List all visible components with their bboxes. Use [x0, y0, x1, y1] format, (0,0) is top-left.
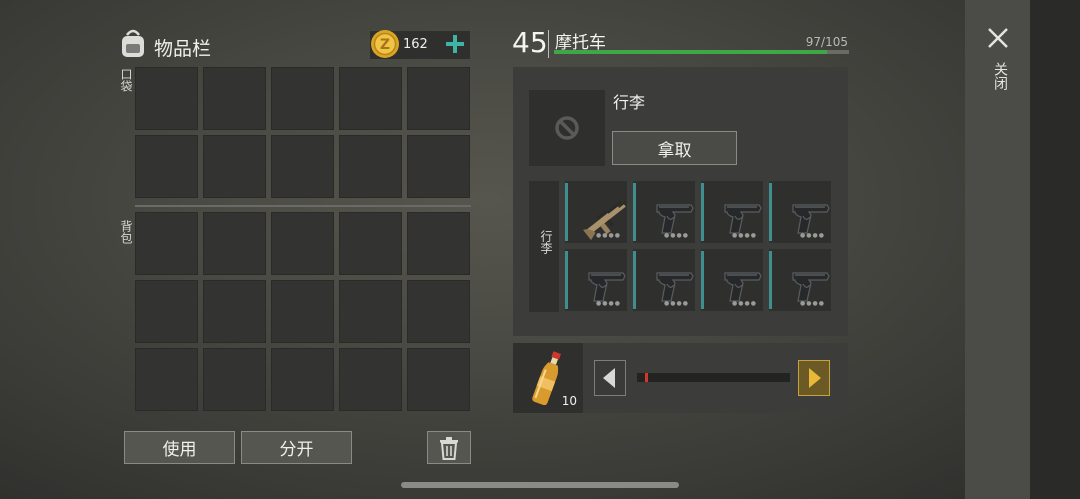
- fuel-item-slot[interactable]: 10: [513, 343, 583, 413]
- close-icon: [988, 28, 1008, 48]
- arrow-right-icon: [798, 360, 830, 396]
- trunk-slot[interactable]: ●●●●: [769, 181, 831, 243]
- capacity-bar-fill: [554, 50, 827, 54]
- trash-button[interactable]: [427, 431, 471, 464]
- backpack-slot[interactable]: [407, 348, 470, 411]
- trunk-slot[interactable]: ●●●●: [565, 181, 627, 243]
- pocket-slot[interactable]: [203, 135, 266, 198]
- slot-accent-bar: [633, 183, 636, 241]
- close-strip-shadow: [1030, 0, 1080, 499]
- split-button[interactable]: 分开: [241, 431, 352, 464]
- backpack-slot[interactable]: [339, 280, 402, 343]
- slot-accent-bar: [565, 183, 568, 241]
- backpack-slot[interactable]: [339, 348, 402, 411]
- blocked-icon: [555, 116, 579, 140]
- arrow-left-icon: [594, 360, 626, 396]
- inventory-title: 物品栏: [154, 38, 212, 60]
- slot-accent-bar: [565, 251, 568, 309]
- durability-dots: ●●●●: [732, 232, 757, 239]
- pocket-slot[interactable]: [271, 67, 334, 130]
- trunk-slot[interactable]: ●●●●: [633, 181, 695, 243]
- durability-dots: ●●●●: [800, 300, 825, 307]
- slider-right-button[interactable]: [798, 360, 830, 396]
- pocket-slot[interactable]: [135, 67, 198, 130]
- coin-count: 162: [403, 37, 428, 52]
- backpack-slot[interactable]: [407, 212, 470, 275]
- pocket-slot[interactable]: [407, 135, 470, 198]
- backpack-slot[interactable]: [135, 280, 198, 343]
- slider-left-button[interactable]: [594, 360, 626, 396]
- pocket-slot[interactable]: [203, 67, 266, 130]
- trash-icon: [440, 436, 458, 460]
- backpack-slot[interactable]: [271, 348, 334, 411]
- capacity-bar-track: [554, 50, 849, 54]
- backpack-slot[interactable]: [271, 212, 334, 275]
- home-indicator[interactable]: [401, 482, 679, 488]
- luggage-slot: [529, 90, 605, 166]
- capacity-text: 97/105: [805, 35, 848, 49]
- backpack-slot[interactable]: [271, 280, 334, 343]
- trunk-slot[interactable]: ●●●●: [633, 249, 695, 311]
- pocket-slot[interactable]: [407, 67, 470, 130]
- use-button[interactable]: 使用: [124, 431, 235, 464]
- trunk-slot[interactable]: ●●●●: [701, 181, 763, 243]
- backpack-slot[interactable]: [203, 280, 266, 343]
- backpack-slot[interactable]: [203, 348, 266, 411]
- close-label: 关闭: [992, 62, 1008, 90]
- slot-accent-bar: [701, 183, 704, 241]
- pocket-label: 口袋: [119, 68, 133, 92]
- slot-accent-bar: [769, 183, 772, 241]
- backpack-slot[interactable]: [135, 212, 198, 275]
- slot-accent-bar: [701, 251, 704, 309]
- durability-dots: ●●●●: [596, 232, 621, 239]
- fuel-count: 10: [561, 394, 577, 408]
- pocket-slot[interactable]: [339, 135, 402, 198]
- pocket-slot[interactable]: [271, 135, 334, 198]
- durability-dots: ●●●●: [664, 232, 689, 239]
- durability-dots: ●●●●: [800, 232, 825, 239]
- trunk-label: 行李: [539, 230, 553, 254]
- durability-dots: ●●●●: [596, 300, 621, 307]
- pocket-slot[interactable]: [135, 135, 198, 198]
- take-button[interactable]: 拿取: [612, 131, 737, 165]
- slot-accent-bar: [769, 251, 772, 309]
- pocket-slot[interactable]: [339, 67, 402, 130]
- amount-slider-thumb[interactable]: [645, 373, 648, 382]
- coin-icon: Z: [370, 29, 400, 59]
- luggage-title: 行李: [613, 93, 646, 112]
- backpack-slot[interactable]: [135, 348, 198, 411]
- trunk-slot[interactable]: ●●●●: [565, 249, 627, 311]
- backpack-slot[interactable]: [407, 280, 470, 343]
- header-divider: [548, 30, 549, 58]
- vehicle-level: 45: [512, 26, 548, 59]
- trunk-slot[interactable]: ●●●●: [701, 249, 763, 311]
- backpack-label: 背包: [119, 220, 133, 244]
- amount-slider-track[interactable]: [637, 373, 790, 382]
- backpack-slot[interactable]: [339, 212, 402, 275]
- section-divider: [135, 205, 471, 207]
- add-coins-icon[interactable]: [443, 32, 467, 56]
- trunk-slot[interactable]: ●●●●: [769, 249, 831, 311]
- backpack-slot[interactable]: [203, 212, 266, 275]
- backpack-icon: [118, 27, 148, 59]
- durability-dots: ●●●●: [732, 300, 757, 307]
- durability-dots: ●●●●: [664, 300, 689, 307]
- svg-text:Z: Z: [380, 37, 390, 53]
- close-button[interactable]: [986, 26, 1010, 50]
- slot-accent-bar: [633, 251, 636, 309]
